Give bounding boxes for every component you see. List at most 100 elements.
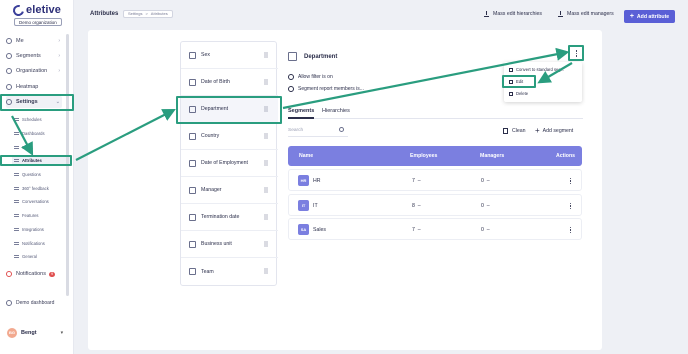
notification-count-badge: 9 <box>48 271 56 277</box>
sub-integrations[interactable]: Integrations <box>12 225 70 234</box>
tabs-divider <box>288 118 583 119</box>
employees-value: 7 <box>412 178 415 184</box>
tab-hierarchies[interactable]: Hierarchies <box>322 108 350 114</box>
nav-label: Demo dashboard <box>16 300 55 306</box>
table-row[interactable]: HR HR 7 – 0 – <box>288 169 582 191</box>
attribute-icon <box>288 52 297 61</box>
attribute-item-manager[interactable]: Manager <box>181 177 278 204</box>
attribute-item-date-of-employment[interactable]: Date of Employment <box>181 150 278 177</box>
nav-organization[interactable]: Organization › <box>6 65 62 77</box>
nav-notifications[interactable]: Notifications 9 <box>6 268 62 280</box>
add-segment-button[interactable]: + Add segment <box>535 126 573 135</box>
nav-label: Heatmap <box>16 84 39 90</box>
drag-handle-icon[interactable] <box>264 214 268 220</box>
row-more-icon[interactable] <box>569 200 572 212</box>
sub-360-feedback[interactable]: 360° feedback <box>12 184 70 193</box>
attribute-item-date-of-birth[interactable]: Date of Birth <box>181 69 278 96</box>
attribute-item-sex[interactable]: Sex <box>181 42 278 69</box>
drag-handle-icon[interactable] <box>264 241 268 247</box>
org-selector[interactable]: Demo organization <box>14 18 62 26</box>
drag-handle-icon[interactable] <box>264 52 268 58</box>
sub-label: Integrations <box>22 227 44 232</box>
mass-edit-hierarchies-button[interactable]: Mass edit hierarchies <box>484 11 542 17</box>
sub-users[interactable]: Users <box>12 143 70 152</box>
nav-segments[interactable]: Segments › <box>6 50 62 62</box>
menu-item-delete[interactable]: Delete <box>509 91 528 96</box>
highlight-attributes <box>0 155 72 166</box>
row-more-icon[interactable] <box>569 175 572 187</box>
attribute-item-business-unit[interactable]: Business unit <box>181 231 278 258</box>
plus-icon: + <box>535 126 540 135</box>
nav-me[interactable]: Me › <box>6 35 62 47</box>
highlight-department <box>176 96 282 124</box>
drag-handle-icon[interactable] <box>264 133 268 139</box>
status-text: Allow filter is on <box>298 74 333 80</box>
column-header-name[interactable]: Name <box>299 153 313 159</box>
attribute-icon <box>189 51 196 59</box>
table-row[interactable]: IT IT 8 – 0 – <box>288 194 582 216</box>
table-row[interactable]: SA Sales 7 – 0 – <box>288 218 582 240</box>
menu-item-convert[interactable]: Convert to standard seg... <box>509 67 564 72</box>
column-header-employees[interactable]: Employees <box>410 153 437 159</box>
bell-icon <box>14 242 19 245</box>
detail-title: Department <box>304 54 338 60</box>
attribute-icon <box>189 240 196 248</box>
calendar-icon <box>189 78 196 86</box>
sub-dashboards[interactable]: Dashboards <box>12 129 70 138</box>
drag-handle-icon[interactable] <box>264 160 268 166</box>
search-input[interactable]: Search <box>288 128 303 133</box>
search-icon[interactable] <box>339 127 344 132</box>
sub-label: Questions <box>22 172 41 177</box>
sub-label: General <box>22 254 37 259</box>
attribute-item-termination-date[interactable]: Termination date <box>181 204 278 231</box>
sub-questions[interactable]: Questions <box>12 170 70 179</box>
employees-count: 8 – <box>412 203 421 209</box>
convert-icon <box>509 67 513 72</box>
sub-features[interactable]: Features <box>12 211 70 220</box>
attribute-label: Team <box>201 268 214 275</box>
nav-heatmap[interactable]: Heatmap <box>6 81 62 93</box>
user-menu[interactable]: BG Bengt ▾ <box>7 328 63 338</box>
segment-name: Sales <box>313 227 326 233</box>
button-label: Mass edit hierarchies <box>493 11 543 17</box>
status-text: Segment report members is... <box>298 86 364 92</box>
nav-demo-dashboard[interactable]: Demo dashboard <box>6 297 62 309</box>
drag-handle-icon[interactable] <box>264 187 268 193</box>
dash: – <box>417 227 421 233</box>
attribute-item-country[interactable]: Country <box>181 123 278 150</box>
sub-conversations[interactable]: Conversations <box>12 197 70 206</box>
sub-general[interactable]: General <box>12 252 70 261</box>
sub-notifications[interactable]: Notifications <box>12 239 70 248</box>
download-icon <box>484 11 489 17</box>
drag-handle-icon[interactable] <box>264 268 268 274</box>
row-more-icon[interactable] <box>569 224 572 236</box>
attribute-icon <box>189 186 196 194</box>
breadcrumb: Settings > Attributes <box>123 10 173 18</box>
clean-button[interactable]: Clean <box>503 128 526 134</box>
conversation-icon <box>14 200 19 203</box>
column-header-managers[interactable]: Managers <box>480 153 504 159</box>
menu-label: Delete <box>516 91 529 96</box>
sub-label: Users <box>22 145 33 150</box>
general-icon <box>14 255 19 258</box>
sub-label: 360° feedback <box>22 186 49 191</box>
segments-icon <box>6 53 12 59</box>
breadcrumb-item[interactable]: Settings <box>128 11 142 17</box>
download-icon <box>558 11 563 17</box>
attribute-item-team[interactable]: Team <box>181 258 278 285</box>
managers-count: 0 – <box>481 178 490 184</box>
logo[interactable]: eletive <box>10 2 61 18</box>
sub-schedules[interactable]: Schedules <box>12 115 70 124</box>
mass-edit-managers-button[interactable]: Mass edit managers <box>558 11 614 17</box>
bell-icon <box>6 271 12 277</box>
active-tab-indicator <box>288 117 314 119</box>
calendar-icon <box>189 213 196 221</box>
schedule-icon <box>14 118 19 121</box>
tab-segments[interactable]: Segments <box>288 108 314 114</box>
attribute-label: Country <box>201 133 220 139</box>
add-attribute-button[interactable]: + Add attribute <box>624 10 675 23</box>
drag-handle-icon[interactable] <box>264 79 268 85</box>
sub-label: Conversations <box>22 199 49 204</box>
attribute-label: Date of Birth <box>201 79 230 85</box>
segment-report-status: Segment report members is... <box>288 86 364 92</box>
